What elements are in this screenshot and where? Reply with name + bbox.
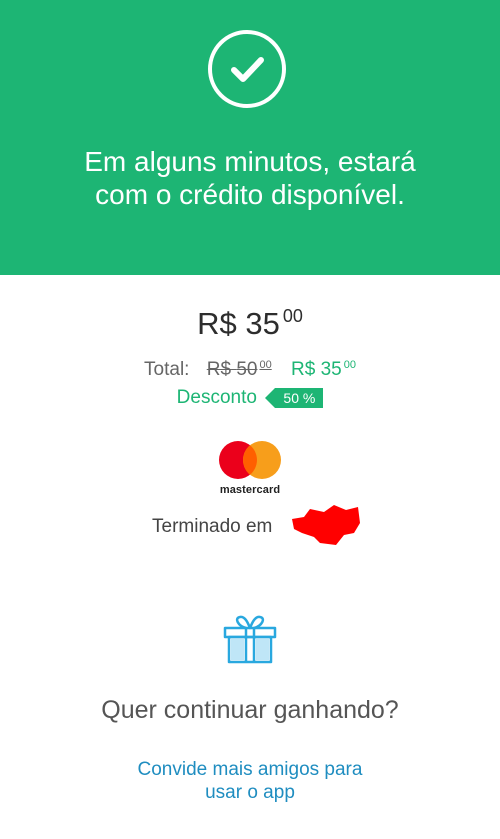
gift-icon	[223, 615, 277, 664]
original-price-cents: 00	[259, 359, 272, 371]
discount-label: Desconto	[176, 387, 257, 408]
original-price-currency: R$	[206, 359, 232, 380]
discounted-price: R$ 35 00	[291, 359, 356, 380]
discount-row: Desconto 50 %	[0, 385, 500, 411]
mastercard-logo: mastercard	[214, 440, 286, 500]
original-price-value: 50	[236, 359, 258, 380]
total-row: Total: R$ 50 00 R$ 35 00	[0, 352, 500, 383]
paid-value: 35	[245, 306, 280, 341]
discounted-price-currency: R$	[290, 359, 316, 380]
success-message-line1: Em alguns minutos, estará	[84, 146, 416, 177]
invite-link-line2[interactable]: usar o app	[100, 781, 400, 804]
original-price: R$ 50 00	[207, 359, 272, 380]
paid-currency: R$	[197, 306, 237, 341]
success-message: Em alguns minutos, estará com o crédito …	[0, 145, 500, 211]
paid-cents: 00	[282, 306, 303, 326]
success-banner: Em alguns minutos, estará com o crédito …	[0, 0, 500, 275]
payment-confirmation-screen: Em alguns minutos, estará com o crédito …	[0, 0, 500, 839]
paid-amount: R$ 35 00	[0, 296, 500, 344]
invite-link-line1[interactable]: Convide mais amigos para	[100, 758, 400, 781]
promo-title: Quer continuar ganhando?	[101, 696, 399, 724]
redaction-mark	[292, 505, 360, 545]
invite-friends-link[interactable]: Convide mais amigos para usar o app	[100, 758, 400, 804]
success-message-line2: com o crédito disponível.	[95, 179, 405, 210]
discounted-price-cents: 00	[343, 359, 356, 371]
total-label: Total:	[144, 359, 190, 380]
mastercard-wordmark: mastercard	[219, 484, 281, 496]
discounted-price-value: 35	[320, 359, 342, 380]
card-ending-label: Terminado em	[152, 516, 273, 537]
discount-badge: 50 %	[265, 388, 324, 408]
check-icon	[208, 30, 286, 108]
